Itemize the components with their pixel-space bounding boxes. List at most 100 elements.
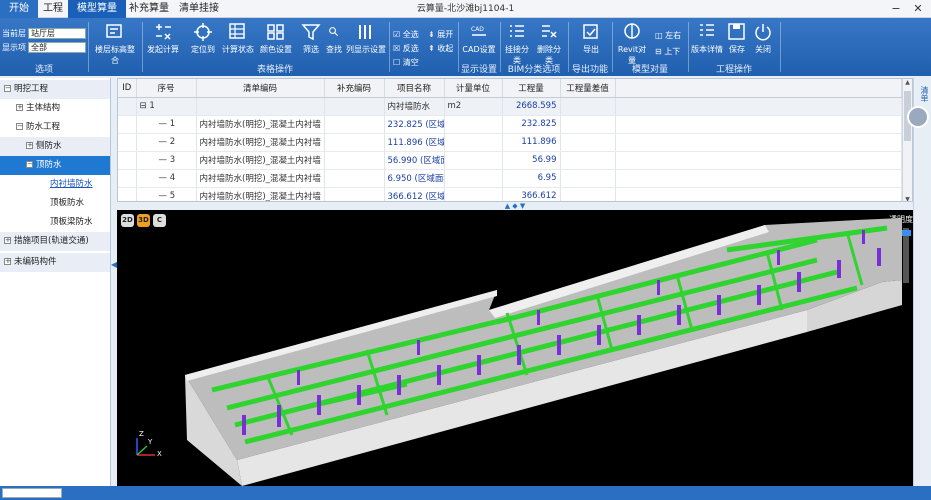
tab-project[interactable]: 工程 bbox=[34, 0, 72, 18]
table-row[interactable]: — 4 内衬墙防水(明挖)_混凝土内衬墙 16 6.950 (区域面积) 6.9… bbox=[118, 169, 902, 188]
tree-item-measures[interactable]: + 措施项目(轨道交通) bbox=[0, 232, 110, 251]
floor-combine-icon bbox=[106, 24, 122, 38]
grid-status-icon bbox=[229, 23, 245, 39]
expand-button[interactable]: ⇟ 展开 bbox=[428, 29, 453, 40]
version-detail-button[interactable]: 版本详情 bbox=[690, 22, 724, 55]
expand-toggle-icon: + bbox=[4, 257, 11, 265]
col-header-diff[interactable]: 工程量差值 bbox=[560, 79, 616, 98]
group-model-compare-label: 模型对量 bbox=[631, 65, 668, 75]
tab-bill-attach[interactable]: 清单挂接 bbox=[170, 0, 228, 18]
col-header-code[interactable]: 清单编码 bbox=[196, 79, 325, 98]
col-header-id[interactable]: ID bbox=[118, 79, 137, 98]
table-header-row: ID 序号 清单编码 补充编码 项目名称 计量单位 工程量 工程量差值 bbox=[118, 79, 902, 98]
close-window-icon[interactable]: ✕ bbox=[908, 0, 928, 18]
delete-category-button[interactable]: 删除分类 bbox=[534, 22, 564, 66]
attach-category-button[interactable]: 挂接分类 bbox=[502, 22, 532, 66]
tree-item-waterproofing[interactable]: − 防水工程 bbox=[0, 118, 110, 137]
expand-toggle-icon: + bbox=[4, 236, 11, 244]
group-table-ops-label: 表格操作 bbox=[256, 65, 293, 75]
display-label: 显示项 bbox=[2, 43, 26, 52]
collapse-button[interactable]: ⇞ 收起 bbox=[428, 43, 453, 54]
collapse-toggle-icon: − bbox=[16, 122, 23, 130]
color-settings-button[interactable]: 颜色设置 bbox=[258, 22, 294, 55]
current-layer-label: 当前层 bbox=[2, 29, 26, 38]
table-scrollbar[interactable]: ▲ ▼ bbox=[902, 79, 912, 201]
building-model-image bbox=[136, 218, 902, 486]
left-right-icon: ◫ bbox=[655, 31, 663, 40]
svg-text:CAD: CAD bbox=[471, 26, 484, 33]
floor-combine-button[interactable]: 楼层标高整合 bbox=[92, 22, 138, 66]
filter-button[interactable]: 筛选 bbox=[298, 22, 324, 55]
export-button[interactable]: 导出 bbox=[576, 22, 606, 55]
table-row[interactable]: — 3 内衬墙防水(明挖)_混凝土内衬墙 15 56.990 (区域面 56.9… bbox=[118, 151, 902, 170]
column-display-button[interactable]: 列显示设置 bbox=[345, 22, 387, 55]
category-tree: − 明挖工程 + 主体结构 − 防水工程 + 侧防水 − 顶防水 内衬墙防水 顶板防水 顶… bbox=[0, 78, 111, 486]
find-button[interactable]: 查找 bbox=[325, 22, 343, 55]
col-header-unit[interactable]: 计量单位 bbox=[444, 79, 503, 98]
col-header-name[interactable]: 项目名称 bbox=[384, 79, 445, 98]
group-bim-options-label: BIM分类选项 bbox=[507, 65, 561, 75]
list-delete-icon bbox=[542, 25, 557, 38]
display-select[interactable]: 全部 bbox=[28, 42, 86, 53]
save-button[interactable]: 保存 bbox=[726, 22, 748, 55]
model-3d-viewer[interactable]: 2D 3D C 透明度 bbox=[117, 210, 913, 486]
select-all-button[interactable]: ☑ 全选 bbox=[393, 29, 419, 40]
revit-icon bbox=[624, 23, 640, 39]
cad-settings-button[interactable]: CAD CAD设置 bbox=[461, 22, 497, 55]
group-project-ops-label: 工程操作 bbox=[715, 65, 752, 75]
revit-compare-button[interactable]: Revit对量 bbox=[614, 22, 650, 66]
split-up-down-button[interactable]: ⊟ 上下 bbox=[655, 46, 680, 57]
tree-item-lining-wall[interactable]: 内衬墙防水 bbox=[0, 175, 110, 194]
table-row[interactable]: — 5 内衬墙防水(明挖)_混凝土内衬墙 17 366.612 (区域面 366… bbox=[118, 187, 902, 201]
group-display-settings-label: 显示设置 bbox=[460, 65, 497, 75]
tree-item-open-cut[interactable]: − 明挖工程 bbox=[0, 80, 110, 99]
col-header-seq[interactable]: 序号 bbox=[136, 79, 197, 98]
group-options-label: 选项 bbox=[34, 65, 53, 75]
table-row[interactable]: ⊟ 1 内衬墙防水 m2 2668.595 bbox=[118, 97, 902, 116]
current-layer-select[interactable]: 站厅层 bbox=[28, 28, 86, 39]
axis-z-label: Z bbox=[139, 430, 144, 438]
columns-icon bbox=[359, 25, 371, 39]
group-export-label: 导出功能 bbox=[571, 65, 608, 75]
tree-item-main-structure[interactable]: + 主体结构 bbox=[0, 99, 110, 118]
col-header-supp-code[interactable]: 补充编码 bbox=[324, 79, 385, 98]
collapse-toggle-icon: − bbox=[26, 160, 33, 168]
tab-start[interactable]: 开始 bbox=[0, 0, 38, 18]
tree-item-top-waterproof[interactable]: − 顶防水 bbox=[0, 156, 110, 175]
power-icon bbox=[755, 24, 771, 41]
invert-icon: ☒ bbox=[393, 44, 401, 53]
check-icon: ☑ bbox=[393, 30, 401, 39]
split-left-right-button[interactable]: ◫ 左右 bbox=[655, 30, 681, 41]
minimize-icon[interactable]: − bbox=[886, 0, 906, 18]
tab-model-quantity[interactable]: 模型算量 bbox=[68, 0, 126, 18]
col-header-qty[interactable]: 工程量 bbox=[502, 79, 561, 98]
right-side-panel: 清单 bbox=[907, 78, 931, 486]
up-down-icon: ⊟ bbox=[655, 47, 662, 56]
expand-toggle-icon: + bbox=[16, 103, 23, 111]
table-row[interactable]: — 1 内衬墙防水(明挖)_混凝土内衬墙 13 232.825 (区域面 232… bbox=[118, 115, 902, 134]
close-button[interactable]: 关闭 bbox=[752, 22, 774, 55]
invert-select-button[interactable]: ☒ 反选 bbox=[393, 43, 419, 54]
tree-item-roof-slab[interactable]: 顶板防水 bbox=[0, 194, 110, 213]
collapse-toggle-icon: − bbox=[4, 84, 11, 92]
collapse-row-icon: ⊟ bbox=[139, 101, 147, 111]
list-attach-icon bbox=[510, 25, 524, 37]
calculator-icon bbox=[156, 24, 171, 40]
axis-x-label: X bbox=[157, 450, 162, 458]
table-row[interactable]: — 2 内衬墙防水(明挖)_混凝土内衬墙 14 111.896 (区域面 111… bbox=[118, 133, 902, 152]
tree-item-roof-beam[interactable]: 顶板梁防水 bbox=[0, 213, 110, 232]
splitter-handle[interactable]: ▲ ◆ ▼ bbox=[117, 202, 913, 210]
start-calc-button[interactable]: 发起计算 bbox=[146, 22, 180, 55]
version-icon bbox=[700, 24, 714, 36]
calc-status-button[interactable]: 计算状态 bbox=[222, 22, 254, 55]
status-input[interactable] bbox=[2, 488, 62, 498]
expand-icon: ⇟ bbox=[428, 30, 435, 39]
bill-side-tab[interactable]: 清单 bbox=[915, 86, 930, 102]
tree-item-side-waterproof[interactable]: + 侧防水 bbox=[0, 137, 110, 156]
tree-item-uncoded[interactable]: + 未编码构件 bbox=[0, 253, 110, 272]
display-field: 显示项 全部 bbox=[2, 42, 86, 53]
collapse-icon: ⇞ bbox=[428, 44, 435, 53]
assistant-robot-icon[interactable] bbox=[907, 106, 929, 128]
axis-y-label: Y bbox=[148, 438, 153, 446]
locate-button[interactable]: 定位到 bbox=[188, 22, 218, 55]
